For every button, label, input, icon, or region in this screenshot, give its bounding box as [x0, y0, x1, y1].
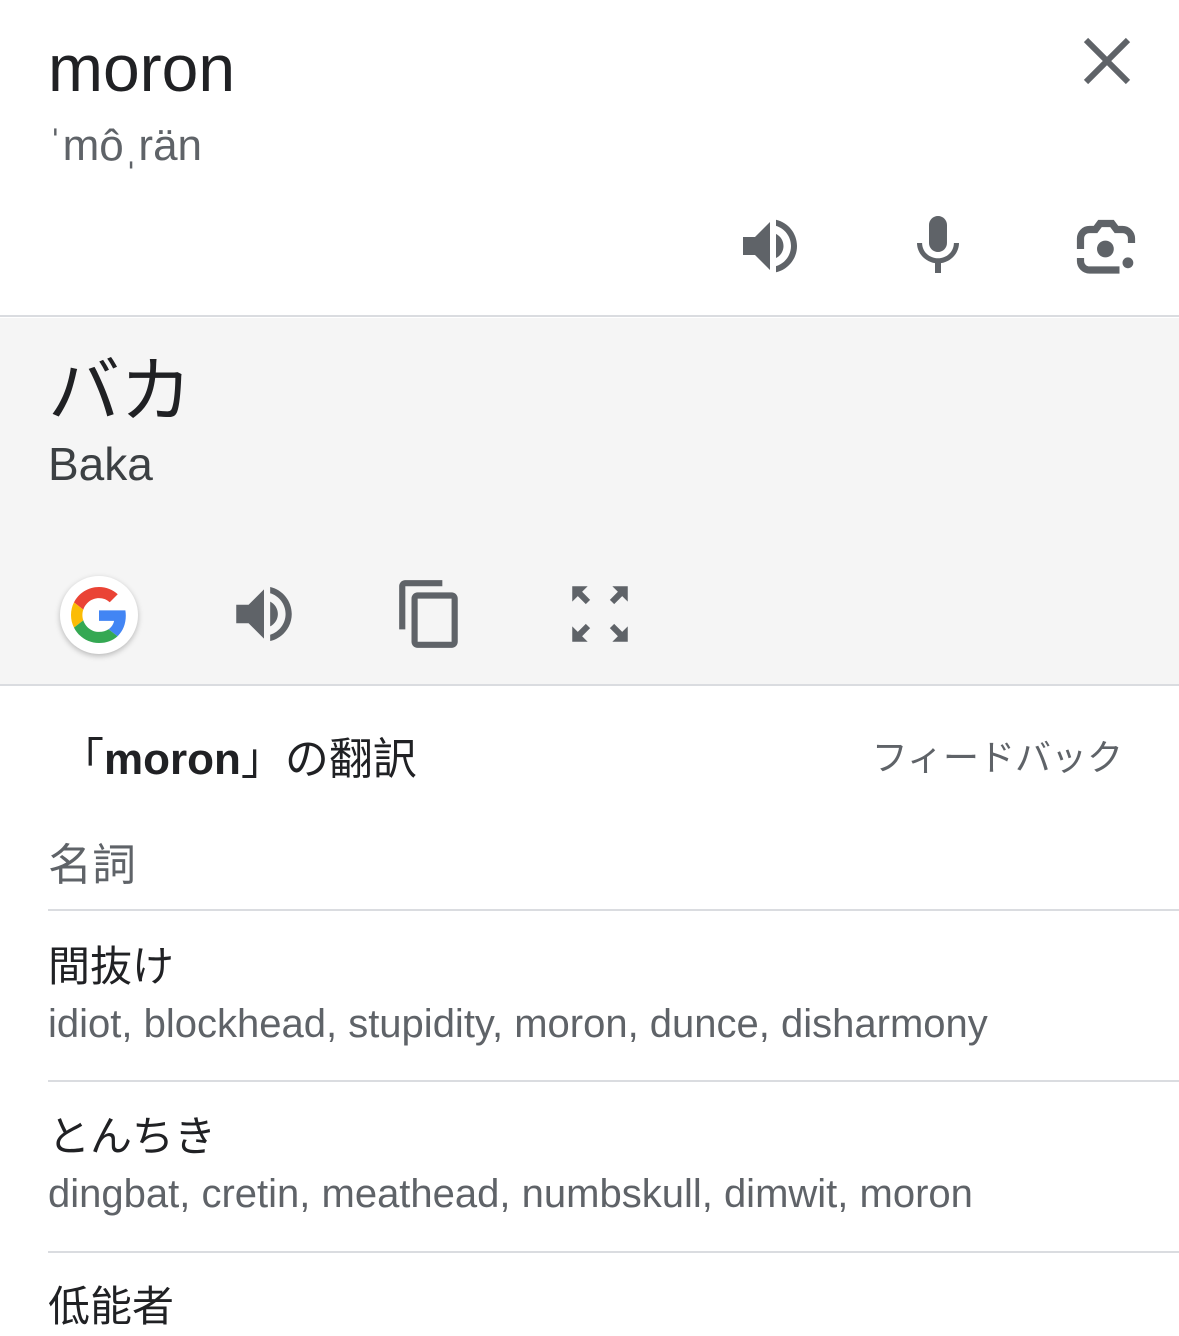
speaker-icon: [743, 219, 797, 273]
entry-term: 間抜け: [48, 942, 175, 991]
feedback-link[interactable]: フィードバック: [872, 734, 1123, 784]
list-item[interactable]: 間抜け idiot, blockhead, stupidity, moron, …: [48, 938, 1148, 1052]
source-listen-button[interactable]: [734, 210, 806, 282]
entry-synonyms: idiot, blockhead, stupidity, moron, dunc…: [48, 1002, 988, 1046]
lens-camera-icon: [1076, 219, 1136, 274]
entry-divider: [48, 1080, 1179, 1082]
close-icon: [1083, 37, 1131, 85]
google-g-icon: [71, 587, 126, 643]
fullscreen-icon: [572, 586, 628, 642]
microphone-icon: [917, 216, 959, 273]
list-item[interactable]: 低能者: [48, 1278, 1148, 1336]
speaker-icon: [236, 586, 292, 642]
camera-translate-button[interactable]: [1070, 210, 1142, 282]
close-button[interactable]: [1076, 30, 1138, 92]
heading-term: moron: [104, 735, 241, 784]
entry-divider: [48, 1251, 1179, 1253]
fullscreen-button[interactable]: [562, 576, 638, 652]
dictionary-heading: 「moron」の翻訳: [60, 730, 417, 790]
source-phonetic: ˈmôˌrän: [48, 121, 203, 170]
entry-term: 低能者: [48, 1282, 175, 1331]
translation-listen-button[interactable]: [226, 576, 302, 652]
panel-divider: [0, 315, 1179, 317]
heading-suffix: 」の翻訳: [240, 734, 417, 785]
dictionary-section: 「moron」の翻訳 フィードバック 名詞 間抜け idiot, blockhe…: [0, 686, 1179, 1335]
source-word: moron: [48, 31, 236, 105]
entry-divider: [48, 909, 1179, 911]
voice-input-button[interactable]: [902, 210, 974, 282]
heading-bracket-open: 「: [60, 734, 104, 785]
entry-term: とんちき: [48, 1112, 217, 1161]
list-item[interactable]: とんちき dingbat, cretin, meathead, numbskul…: [48, 1108, 1148, 1222]
part-of-speech: 名詞: [48, 840, 136, 891]
copy-icon: [399, 580, 458, 648]
translation-panel: バカ Baka: [0, 318, 1179, 684]
source-panel: moron ˈmôˌrän: [0, 0, 1179, 316]
entry-synonyms: dingbat, cretin, meathead, numbskull, di…: [48, 1172, 973, 1216]
transliteration: Baka: [48, 438, 153, 490]
google-search-button[interactable]: [60, 576, 138, 654]
translated-word: バカ: [48, 349, 193, 433]
copy-button[interactable]: [392, 576, 468, 652]
